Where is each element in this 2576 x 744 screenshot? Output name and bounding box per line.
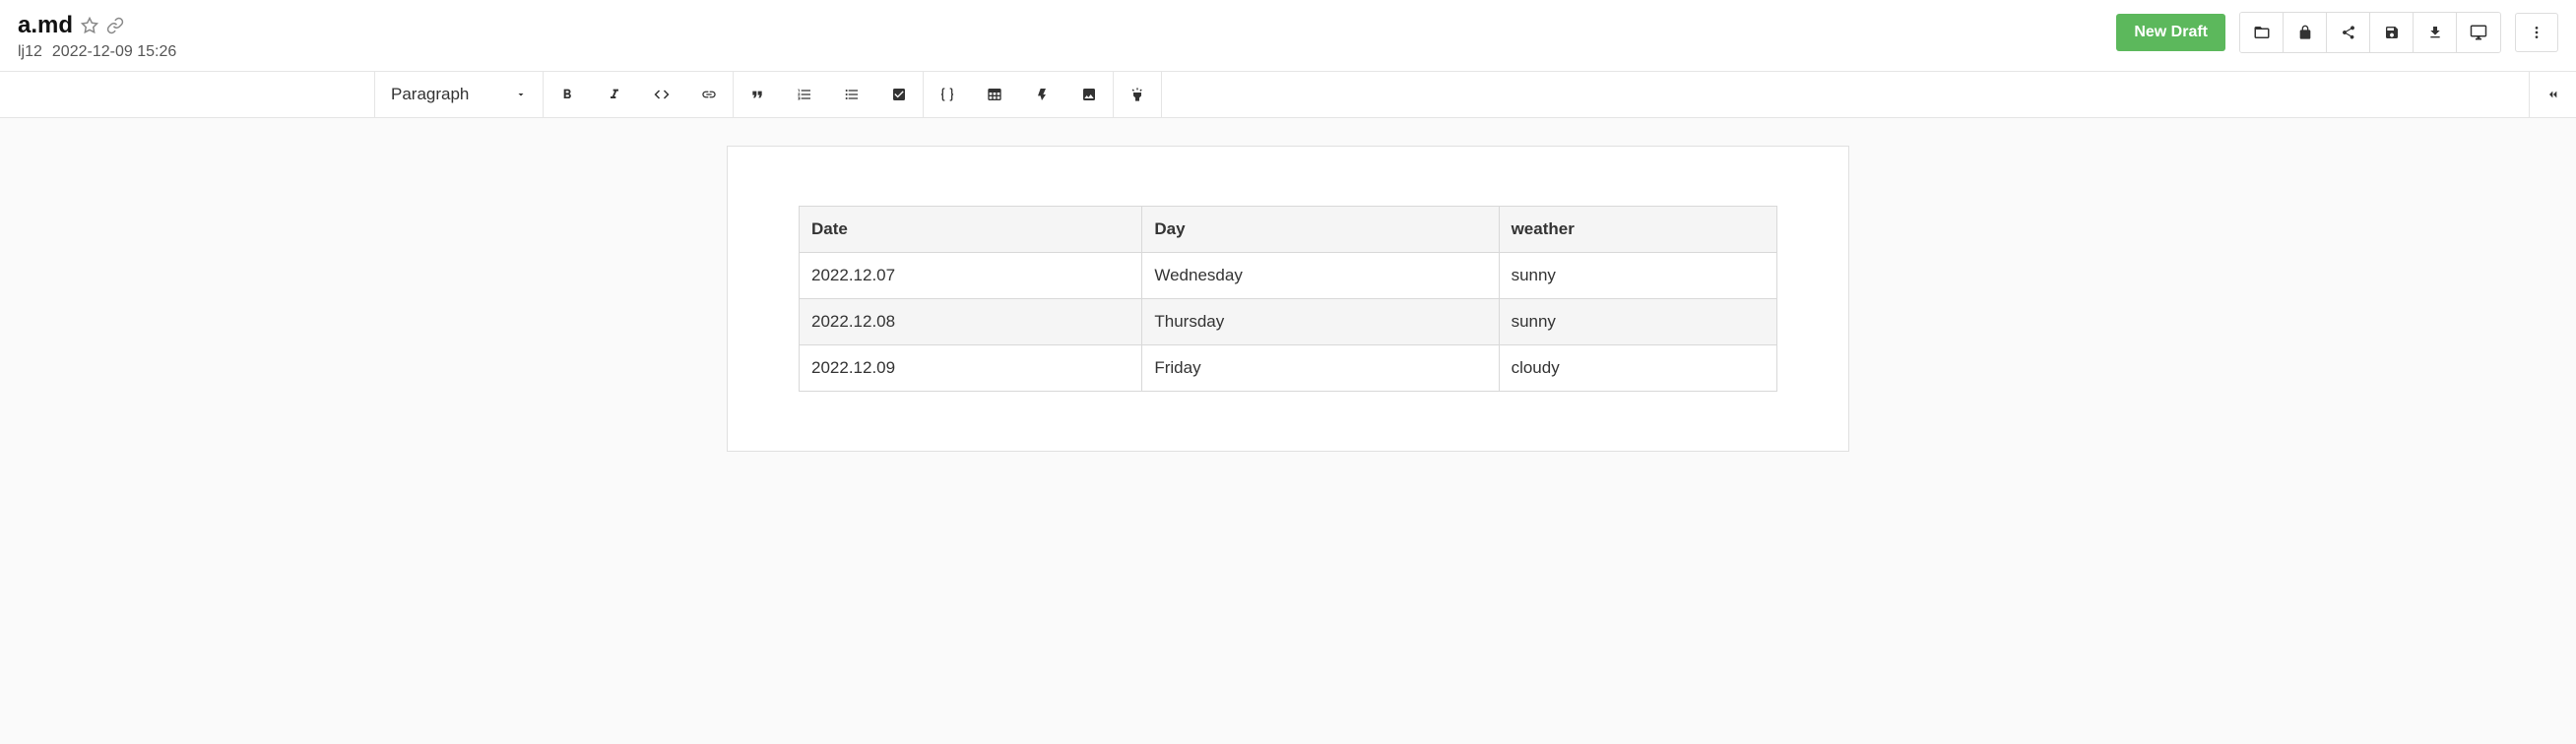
download-button[interactable]	[2414, 13, 2457, 52]
chevrons-left-icon	[2545, 87, 2561, 102]
document-title: a.md	[18, 12, 73, 39]
formula-icon	[1034, 87, 1050, 102]
meta-row: lj12 2022-12-09 15:26	[18, 43, 176, 61]
quote-icon	[749, 87, 765, 102]
code-icon	[653, 86, 671, 103]
chevron-down-icon	[515, 89, 527, 100]
checkbox-icon	[891, 87, 907, 102]
timestamp-label: 2022-12-09 15:26	[52, 43, 176, 61]
open-button[interactable]	[2240, 13, 2284, 52]
table-cell[interactable]: Friday	[1142, 345, 1499, 392]
ordered-list-icon	[797, 87, 812, 102]
table-header-cell[interactable]: weather	[1499, 207, 1776, 253]
editor-toolbar: Paragraph	[0, 71, 2576, 118]
more-vertical-icon	[2529, 25, 2544, 40]
table-header-cell[interactable]: Day	[1142, 207, 1499, 253]
header-right: New Draft	[2116, 12, 2558, 53]
code-button[interactable]	[638, 72, 685, 117]
table-header-cell[interactable]: Date	[800, 207, 1142, 253]
desktop-button[interactable]	[2457, 13, 2500, 52]
table-button[interactable]	[971, 72, 1018, 117]
unordered-list-icon	[844, 87, 860, 102]
format-group: Paragraph	[374, 72, 544, 117]
desktop-icon	[2470, 24, 2487, 41]
table-header-row: Date Day weather	[800, 207, 1777, 253]
insert-group	[924, 72, 1114, 117]
folder-open-icon	[2253, 24, 2271, 41]
table-row: 2022.12.07 Wednesday sunny	[800, 253, 1777, 299]
share-button[interactable]	[2327, 13, 2370, 52]
download-icon	[2427, 25, 2443, 40]
table-cell[interactable]: Wednesday	[1142, 253, 1499, 299]
table-cell[interactable]: sunny	[1499, 299, 1776, 345]
content-table: Date Day weather 2022.12.07 Wednesday su…	[799, 206, 1777, 392]
editor-canvas: Date Day weather 2022.12.07 Wednesday su…	[0, 118, 2576, 479]
unordered-list-button[interactable]	[828, 72, 875, 117]
clear-format-button[interactable]	[1114, 72, 1161, 117]
more-button[interactable]	[2515, 13, 2558, 52]
toolbar-center: Paragraph	[374, 72, 1162, 117]
quote-button[interactable]	[734, 72, 781, 117]
share-icon	[2341, 25, 2356, 40]
collapse-toolbar-button[interactable]	[2529, 72, 2576, 117]
header-left: a.md lj12 2022-12-09 15:26	[18, 12, 176, 61]
bold-icon	[559, 87, 575, 102]
braces-icon	[939, 87, 955, 102]
link-tool-icon	[701, 87, 717, 102]
save-icon	[2384, 25, 2400, 40]
table-row: 2022.12.09 Friday cloudy	[800, 345, 1777, 392]
table-cell[interactable]: 2022.12.09	[800, 345, 1142, 392]
lock-button[interactable]	[2284, 13, 2327, 52]
page-header: a.md lj12 2022-12-09 15:26 New Draft	[0, 0, 2576, 71]
title-row: a.md	[18, 12, 176, 39]
formula-button[interactable]	[1018, 72, 1065, 117]
table-cell[interactable]: Thursday	[1142, 299, 1499, 345]
image-icon	[1081, 87, 1097, 102]
italic-icon	[607, 87, 622, 102]
author-label: lj12	[18, 43, 42, 61]
italic-button[interactable]	[591, 72, 638, 117]
text-style-group	[544, 72, 734, 117]
table-cell[interactable]: sunny	[1499, 253, 1776, 299]
table-cell[interactable]: 2022.12.07	[800, 253, 1142, 299]
link-button[interactable]	[685, 72, 733, 117]
format-select[interactable]: Paragraph	[375, 72, 543, 117]
table-cell[interactable]: 2022.12.08	[800, 299, 1142, 345]
table-icon	[987, 87, 1002, 102]
codeblock-button[interactable]	[924, 72, 971, 117]
link-icon[interactable]	[106, 17, 124, 34]
clear-format-icon	[1129, 87, 1145, 102]
document-page[interactable]: Date Day weather 2022.12.07 Wednesday su…	[727, 146, 1849, 452]
save-button[interactable]	[2370, 13, 2414, 52]
star-icon[interactable]	[81, 17, 98, 34]
clear-group	[1114, 72, 1162, 117]
lock-icon	[2297, 25, 2313, 40]
header-button-group	[2239, 12, 2501, 53]
new-draft-button[interactable]: New Draft	[2116, 14, 2225, 51]
table-row: 2022.12.08 Thursday sunny	[800, 299, 1777, 345]
bold-button[interactable]	[544, 72, 591, 117]
format-label: Paragraph	[391, 85, 469, 104]
table-cell[interactable]: cloudy	[1499, 345, 1776, 392]
block-group	[734, 72, 924, 117]
ordered-list-button[interactable]	[781, 72, 828, 117]
image-button[interactable]	[1065, 72, 1113, 117]
checkbox-button[interactable]	[875, 72, 923, 117]
